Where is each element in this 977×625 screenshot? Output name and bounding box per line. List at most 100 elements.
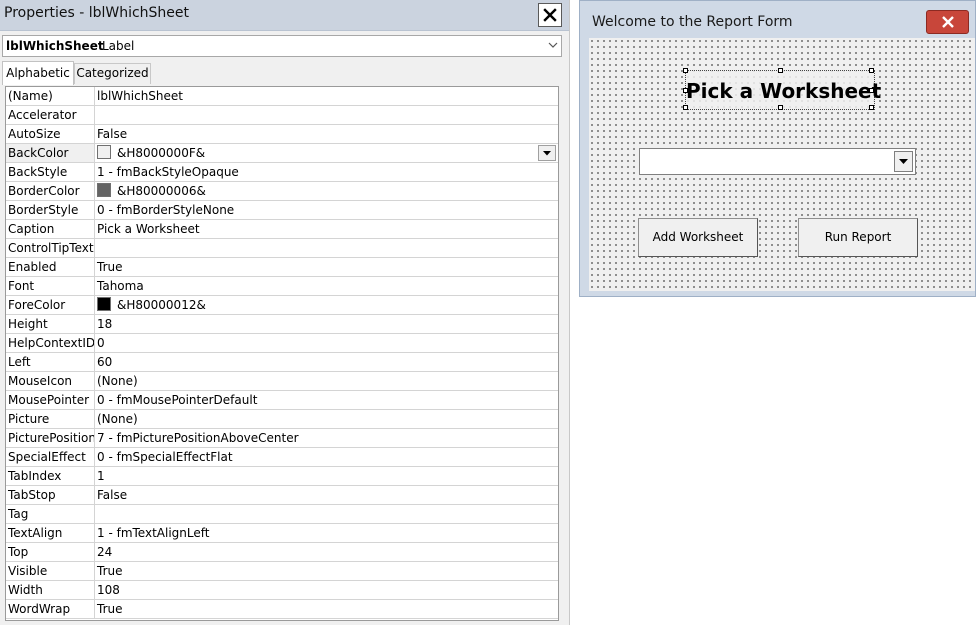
property-value[interactable]: True xyxy=(97,258,123,276)
property-name: Height xyxy=(6,315,95,333)
property-value-text: (None) xyxy=(97,374,138,388)
property-value-text: Tahoma xyxy=(97,279,144,293)
property-name: TabIndex xyxy=(6,467,95,485)
property-value[interactable]: (None) xyxy=(97,410,138,428)
property-value[interactable]: (None) xyxy=(97,372,138,390)
userform-close-button[interactable] xyxy=(926,10,969,34)
property-row[interactable]: TextAlign 1 - fmTextAlignLeft xyxy=(6,524,558,543)
property-name: Accelerator xyxy=(6,106,95,124)
property-value-text: 1 xyxy=(97,469,105,483)
property-row[interactable]: ControlTipText xyxy=(6,239,558,258)
property-name: SpecialEffect xyxy=(6,448,95,466)
property-value-text: True xyxy=(97,260,123,274)
property-row[interactable]: BorderStyle 0 - fmBorderStyleNone xyxy=(6,201,558,220)
property-value[interactable]: lblWhichSheet xyxy=(97,87,183,105)
property-name: Width xyxy=(6,581,95,599)
property-value[interactable]: 7 - fmPicturePositionAboveCenter xyxy=(97,429,299,447)
userform-design-surface[interactable]: Pick a Worksheet Add Worksheet Run Repor… xyxy=(589,38,975,291)
property-row[interactable]: TabIndex 1 xyxy=(6,467,558,486)
property-value[interactable]: 60 xyxy=(97,353,112,371)
property-row[interactable]: Tag xyxy=(6,505,558,524)
resize-handle[interactable] xyxy=(683,68,688,73)
resize-handle[interactable] xyxy=(869,105,874,110)
property-value[interactable]: True xyxy=(97,562,123,580)
property-value[interactable]: False xyxy=(97,125,127,143)
property-row[interactable]: HelpContextID 0 xyxy=(6,334,558,353)
properties-title-bar[interactable]: Properties - lblWhichSheet xyxy=(0,0,569,31)
property-row[interactable]: Width 108 xyxy=(6,581,558,600)
property-value[interactable]: False xyxy=(97,486,127,504)
property-row[interactable]: Left 60 xyxy=(6,353,558,372)
property-row[interactable]: (Name) lblWhichSheet xyxy=(6,87,558,106)
property-row[interactable]: ForeColor &H80000012& xyxy=(6,296,558,315)
property-row[interactable]: Picture (None) xyxy=(6,410,558,429)
property-value[interactable]: 24 xyxy=(97,543,112,561)
property-name: PicturePosition xyxy=(8,429,95,447)
add-worksheet-button[interactable]: Add Worksheet xyxy=(638,218,758,257)
combobox-dropdown-button[interactable] xyxy=(894,151,913,172)
property-value[interactable]: True xyxy=(97,600,123,618)
properties-close-button[interactable] xyxy=(538,3,562,27)
property-value[interactable]: 1 - fmTextAlignLeft xyxy=(97,524,209,542)
property-row[interactable]: PicturePosition 7 - fmPicturePositionAbov… xyxy=(6,429,558,448)
property-value[interactable]: Pick a Worksheet xyxy=(97,220,200,238)
property-row[interactable]: Accelerator xyxy=(6,106,558,125)
close-icon xyxy=(543,8,557,22)
properties-title: Properties - lblWhichSheet xyxy=(4,5,190,21)
property-value-text: 24 xyxy=(97,545,113,559)
property-value-text: 60 xyxy=(97,355,113,369)
property-row[interactable]: AutoSize False xyxy=(6,125,558,144)
property-value[interactable]: 1 - fmBackStyleOpaque xyxy=(97,163,239,181)
property-value[interactable]: 0 - fmBorderStyleNone xyxy=(97,201,234,219)
property-value-text: False xyxy=(97,127,128,141)
property-row[interactable]: Caption Pick a Worksheet xyxy=(6,220,558,239)
property-value[interactable]: 0 xyxy=(97,334,105,352)
tab-categorized[interactable]: Categorized xyxy=(74,63,151,84)
color-swatch-icon xyxy=(97,183,111,197)
property-name: AutoSize xyxy=(6,125,95,143)
property-value[interactable]: 108 xyxy=(97,581,120,599)
property-row[interactable]: BackColor &H8000000F& xyxy=(6,144,558,163)
property-name: Visible xyxy=(6,562,95,580)
property-row[interactable]: Height 18 xyxy=(6,315,558,334)
property-value[interactable]: Tahoma xyxy=(97,277,144,295)
resize-handle[interactable] xyxy=(869,88,874,93)
worksheet-combobox[interactable] xyxy=(639,148,916,175)
property-row[interactable]: WordWrap True xyxy=(6,600,558,619)
property-value[interactable]: &H80000012& xyxy=(97,296,206,314)
selected-label-control[interactable]: Pick a Worksheet xyxy=(683,68,881,110)
property-row[interactable]: Enabled True xyxy=(6,258,558,277)
property-row[interactable]: Visible True xyxy=(6,562,558,581)
property-dropdown-button[interactable] xyxy=(538,145,556,161)
property-row[interactable]: TabStop False xyxy=(6,486,558,505)
resize-handle[interactable] xyxy=(778,105,783,110)
property-row[interactable]: BackStyle 1 - fmBackStyleOpaque xyxy=(6,163,558,182)
property-value[interactable]: &H80000006& xyxy=(97,182,206,200)
property-row[interactable]: BorderColor &H80000006& xyxy=(6,182,558,201)
triangle-down-icon xyxy=(543,150,551,155)
tab-alphabetic[interactable]: Alphabetic xyxy=(2,61,74,85)
run-report-button[interactable]: Run Report xyxy=(798,218,918,257)
resize-handle[interactable] xyxy=(778,68,783,73)
property-value[interactable]: 0 - fmMousePointerDefault xyxy=(97,391,257,409)
property-value[interactable]: 0 - fmSpecialEffectFlat xyxy=(97,448,233,466)
property-name: (Name) xyxy=(6,87,95,105)
property-value-text: 7 - fmPicturePositionAboveCenter xyxy=(97,431,299,445)
triangle-down-icon xyxy=(899,158,908,164)
object-selector-dropdown[interactable]: lblWhichSheet Label xyxy=(2,35,562,57)
object-type: Label xyxy=(102,39,135,53)
property-row[interactable]: Font Tahoma xyxy=(6,277,558,296)
property-value-text: 0 - fmBorderStyleNone xyxy=(97,203,235,217)
property-value[interactable]: 18 xyxy=(97,315,112,333)
property-row[interactable]: MouseIcon (None) xyxy=(6,372,558,391)
property-row[interactable]: SpecialEffect 0 - fmSpecialEffectFlat xyxy=(6,448,558,467)
property-row[interactable]: Top 24 xyxy=(6,543,558,562)
property-value[interactable]: &H8000000F& xyxy=(97,144,205,162)
property-value-text: 108 xyxy=(97,583,120,597)
property-grid: (Name) lblWhichSheet Accelerator AutoSize Fa… xyxy=(5,86,559,621)
resize-handle[interactable] xyxy=(683,105,688,110)
property-row[interactable]: MousePointer 0 - fmMousePointerDefault xyxy=(6,391,558,410)
resize-handle[interactable] xyxy=(683,88,688,93)
property-value[interactable]: 1 xyxy=(97,467,105,485)
resize-handle[interactable] xyxy=(869,68,874,73)
